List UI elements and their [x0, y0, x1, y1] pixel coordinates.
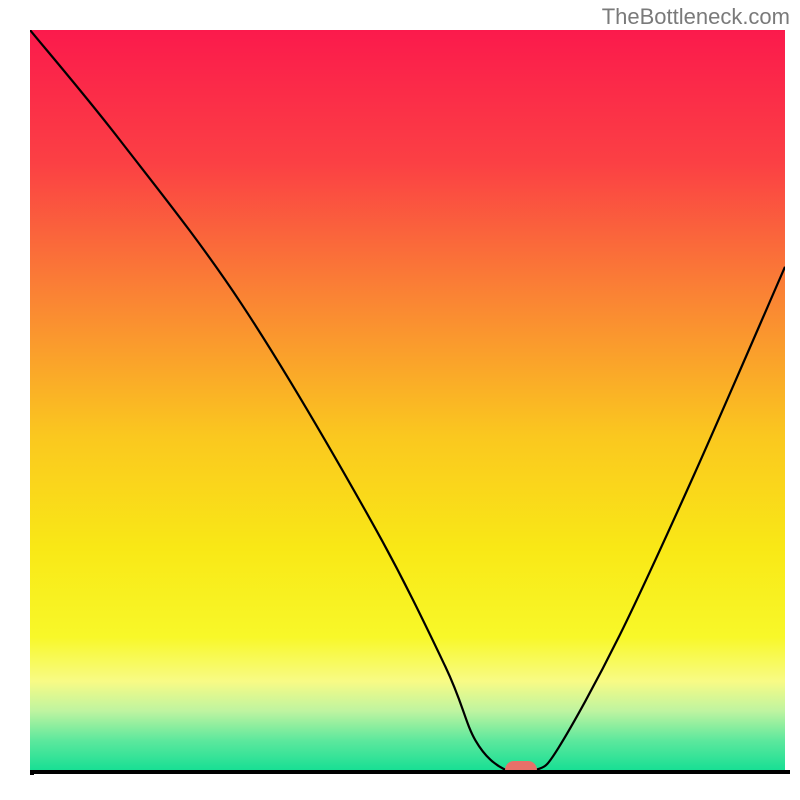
bottleneck-curve [30, 30, 785, 770]
chart-plot-area [30, 30, 785, 770]
attribution-text: TheBottleneck.com [602, 4, 790, 30]
optimal-marker [505, 761, 537, 770]
x-axis [30, 770, 790, 774]
